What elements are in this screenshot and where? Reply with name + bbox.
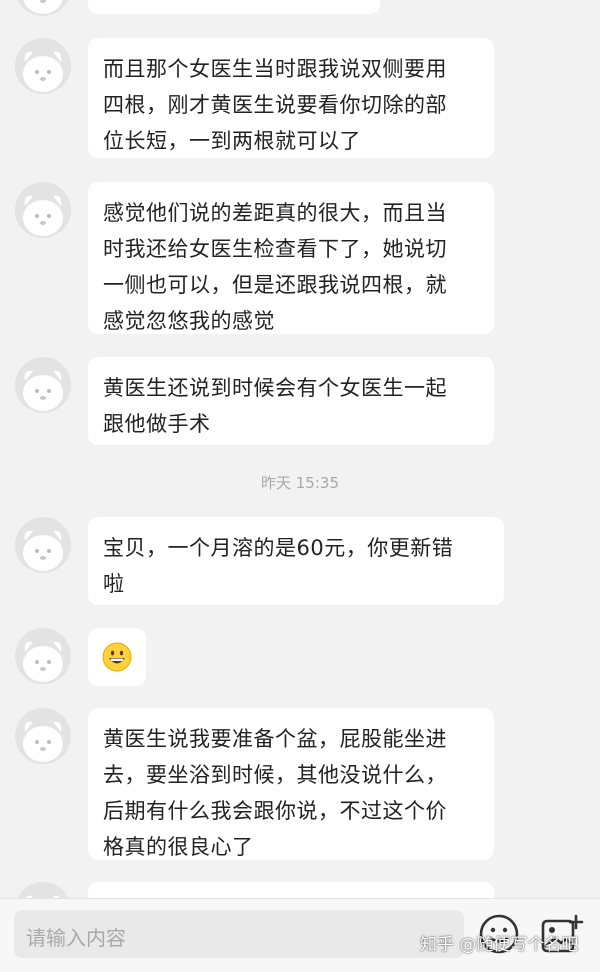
message-line: 四根，刚才黄医生说要看你切除的部 — [103, 93, 447, 117]
avatar[interactable] — [15, 38, 71, 94]
dog-avatar-icon — [23, 51, 63, 92]
message-bubble[interactable]: 感觉他们说的差距真的很大，而且当 时我还给女医生检查看下了，她说切 一侧也可以，… — [88, 182, 494, 334]
message-bubble-partial — [88, 882, 494, 898]
message-line: 位长短，一到两根就可以了 — [103, 129, 361, 153]
message-bubble[interactable]: 黄医生还说到时候会有个女医生一起 跟他做手术 — [88, 357, 494, 445]
message-line: 黄医生说我要准备个盆，屁股能坐进 — [103, 727, 447, 751]
dog-avatar-icon — [23, 530, 63, 571]
avatar[interactable] — [15, 517, 71, 573]
dog-avatar-icon — [23, 721, 63, 762]
message-bubble[interactable]: 宝贝，一个月溶的是60元，你更新错 啦 — [88, 517, 504, 605]
avatar[interactable] — [15, 357, 71, 413]
message-line: 跟他做手术 — [103, 412, 211, 436]
avatar[interactable] — [15, 708, 71, 764]
input-placeholder: 请输入内容 — [26, 926, 126, 950]
watermark: 知乎 @随便写个名吧 — [420, 935, 579, 955]
dog-avatar-icon — [23, 370, 63, 411]
message-line: 宝贝，一个月溶的是60元，你更新错 — [103, 536, 454, 560]
message-line: 后期有什么我会跟你说，不过这个价 — [103, 799, 447, 823]
message-line: 而且那个女医生当时跟我说双侧要用 — [103, 57, 447, 81]
message-line: 时我还给女医生检查看下了，她说切 — [103, 237, 447, 261]
message-bubble-emoji[interactable] — [88, 628, 146, 686]
avatar[interactable] — [15, 0, 71, 16]
message-line: 感觉忽悠我的感觉 — [103, 309, 275, 333]
message-input[interactable]: 请输入内容 — [14, 910, 464, 958]
timestamp: 昨天 15:35 — [261, 474, 339, 492]
dog-avatar-icon — [23, 641, 63, 682]
message-bubble[interactable]: 而且那个女医生当时跟我说双侧要用 四根，刚才黄医生说要看你切除的部 位长短，一到… — [88, 38, 494, 158]
grinning-face-icon — [102, 642, 132, 672]
message-line: 感觉他们说的差距真的很大，而且当 — [103, 201, 447, 225]
chat-list[interactable]: 而且那个女医生当时跟我说双侧要用 四根，刚才黄医生说要看你切除的部 位长短，一到… — [0, 0, 600, 898]
message-line: 一侧也可以，但是还跟我说四根，就 — [103, 273, 447, 297]
dog-avatar-icon — [23, 0, 63, 14]
message-line: 啦 — [103, 572, 125, 596]
message-line: 黄医生还说到时候会有个女医生一起 — [103, 376, 447, 400]
avatar[interactable] — [15, 882, 71, 898]
avatar[interactable] — [15, 182, 71, 238]
message-line: 去，要坐浴到时候，其他没说什么， — [103, 763, 447, 787]
message-line: 格真的很良心了 — [103, 835, 254, 859]
message-bubble[interactable]: 黄医生说我要准备个盆，屁股能坐进 去，要坐浴到时候，其他没说什么， 后期有什么我… — [88, 708, 494, 860]
dog-avatar-icon — [23, 195, 63, 236]
message-bubble-partial — [88, 0, 380, 14]
avatar[interactable] — [15, 628, 71, 684]
dog-avatar-icon — [25, 895, 61, 898]
